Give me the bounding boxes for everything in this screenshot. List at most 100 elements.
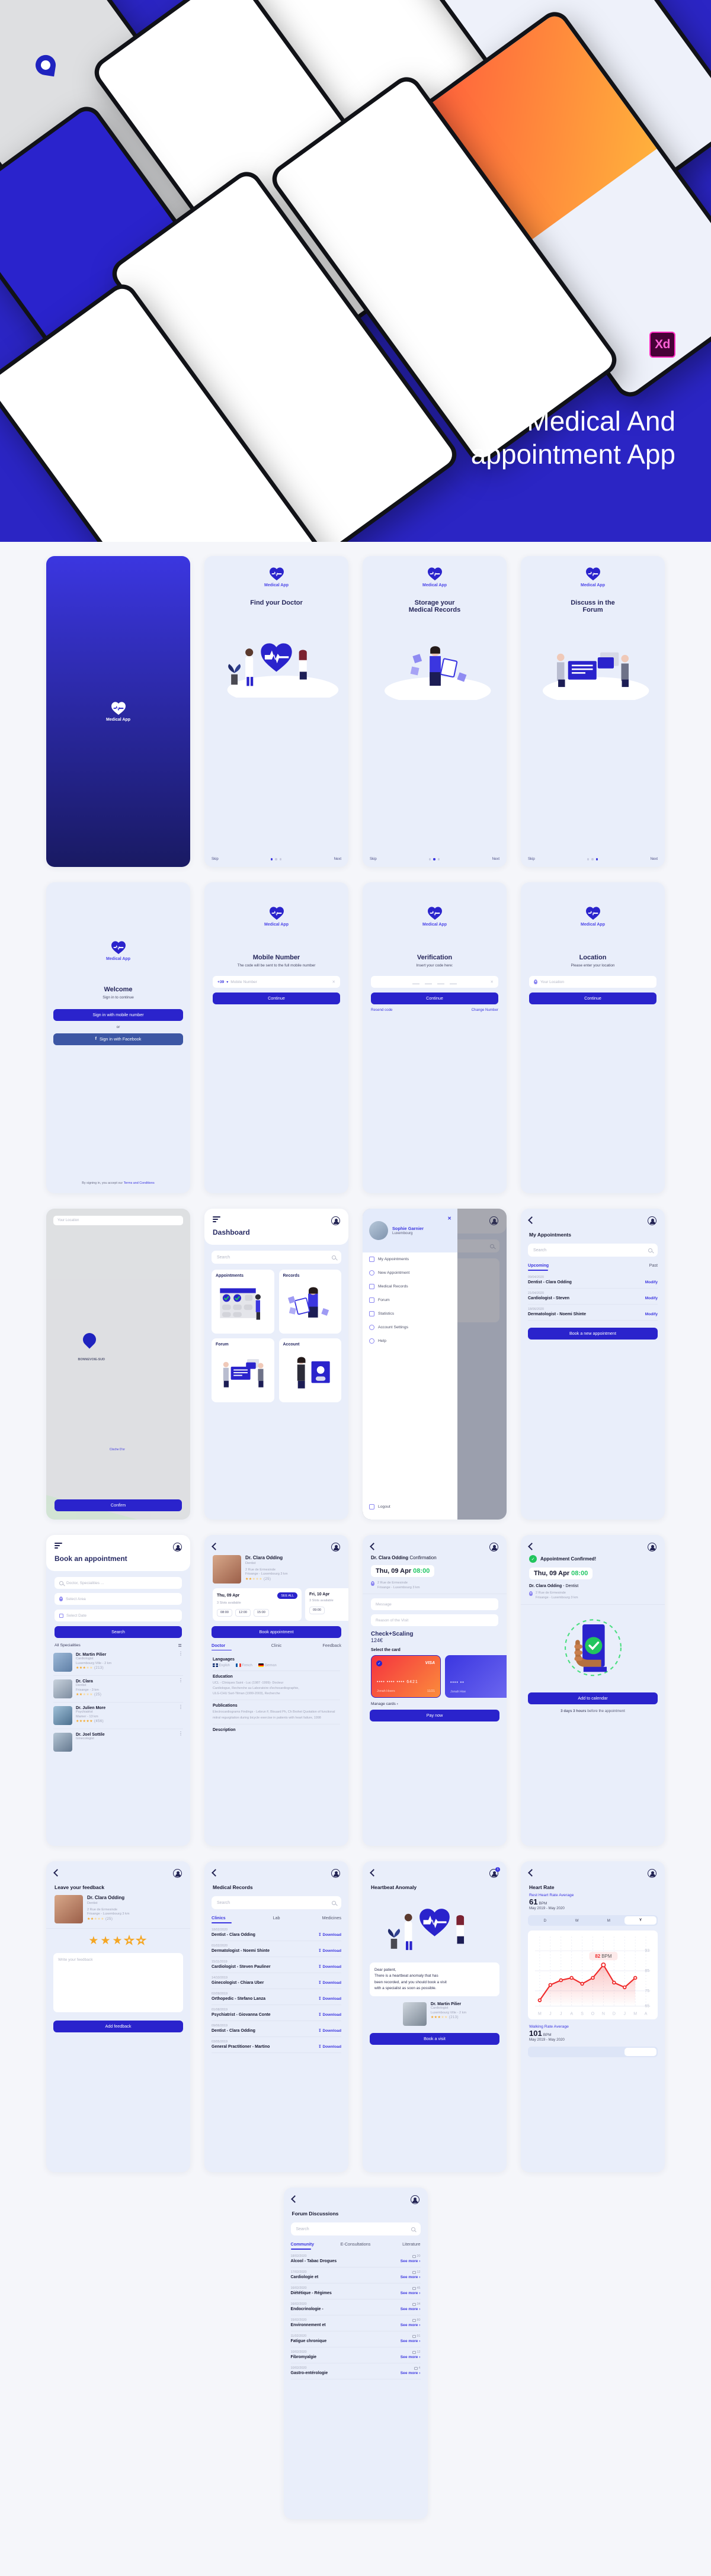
modify-button[interactable]: Modify [645,1280,658,1284]
tab-clinic[interactable]: Clinic [255,1643,298,1648]
avatar[interactable] [173,1543,182,1552]
list-item[interactable]: Dr. Martin Pilier Cardiologist Luxembour… [53,1649,183,1676]
filter-icon[interactable]: ≣ [178,1643,182,1648]
map-canvas[interactable]: BONNEVOIE-SUD Cloche D'or [46,1209,190,1520]
tab-feedback[interactable]: Feedback [298,1643,341,1648]
sign-in-facebook-button[interactable]: f Sign in with Facebook [53,1033,183,1045]
avatar[interactable] [331,1543,340,1552]
back-icon[interactable] [53,1869,61,1877]
tab-lab[interactable]: Lab [255,1915,298,1920]
continue-button[interactable]: Continue [529,993,656,1004]
skip-button[interactable]: Skip [370,857,377,861]
download-button[interactable]: ↧ Download [318,1996,341,2001]
search-input[interactable]: Search [290,2222,421,2235]
table-row[interactable]: 09/04/2020 Dentist - Clara Odding Modify [528,1273,658,1289]
table-row[interactable]: 18/02/2020 Dentist - Clara Odding ↧ Downlo… [212,1925,341,1941]
table-row[interactable]: 10/02/2020 Fibromyalgie 12 See more › [290,2347,421,2363]
table-row[interactable]: 01/08/2019 Psychiatrist - Giovanna Conte ↧… [212,2005,341,2021]
drawer-item-medical-records[interactable]: Medical Records [363,1280,457,1293]
table-row[interactable]: 15/02/2020 Environnement et 80 See more › [290,2315,421,2331]
see-more-button[interactable]: See more › [401,2291,421,2295]
confirm-location-button[interactable]: Confirm [55,1499,182,1511]
drawer-item-account-settings[interactable]: Account Settings [363,1321,457,1334]
time-slot[interactable]: 12:00 [235,1608,251,1617]
tab-doctor[interactable]: Doctor [212,1643,255,1648]
table-row[interactable]: 02/09/2019 Orthopedic - Stefano Lanza ↧ Do… [212,1989,341,2005]
next-button[interactable]: Next [492,857,499,861]
more-options-icon[interactable]: ⋮ [178,1705,183,1710]
list-item[interactable]: Dr. Joel Sottile Ginecologist ⋮ [53,1729,183,1755]
see-more-button[interactable]: See more › [401,2259,421,2263]
back-icon[interactable] [528,1543,536,1550]
see-more-button[interactable]: See more › [401,2323,421,2327]
time-slot[interactable]: 15:00 [253,1608,269,1617]
more-options-icon[interactable]: ⋮ [178,1652,183,1656]
tab-upcoming[interactable]: Upcoming [528,1263,593,1268]
table-row[interactable]: 18/02/2020 Alcool - Tabac Drogues 20 See mo… [290,2251,421,2267]
terms-link[interactable]: Terms and Conditions [124,1181,155,1185]
back-icon[interactable] [212,1543,219,1550]
table-row[interactable]: 09/06/2019 Dentist - Clara Odding ↧ Downlo… [212,2021,341,2037]
segment-day[interactable]: D [529,1919,561,1923]
sign-in-mobile-button[interactable]: Sign in with mobile number [53,1009,183,1021]
search-button[interactable]: Search [55,1626,182,1638]
download-button[interactable]: ↧ Download [318,1932,341,1937]
avatar[interactable] [648,1869,656,1878]
back-icon[interactable] [370,1869,377,1877]
tab-medicines[interactable]: Medicines [298,1915,341,1920]
dashboard-card-forum[interactable]: Forum [212,1338,274,1402]
more-options-icon[interactable]: ⋮ [178,1732,183,1736]
add-to-calendar-button[interactable]: Add to calendar [528,1692,658,1705]
back-icon[interactable] [370,1543,377,1550]
close-icon[interactable]: ✕ [447,1216,451,1221]
tab-literature[interactable]: Literature [377,2241,420,2247]
credit-card-visa[interactable]: ✓ VISA •••• •••• •••• 6421 Jonah Hoers 1… [371,1655,441,1698]
drawer-item-my-appointments[interactable]: My Appointments [363,1252,457,1266]
clear-icon[interactable]: ✕ [332,979,335,984]
see-more-button[interactable]: See more › [401,2275,421,2279]
range-segmented-control-2[interactable] [528,2047,658,2057]
pager-dots[interactable] [587,858,598,860]
list-item[interactable]: Dr. Clara Dentist Frisange - 3 km ★★★★★ … [53,1676,183,1703]
date-select[interactable]: Select Date [55,1610,182,1621]
continue-button[interactable]: Continue [371,993,498,1004]
book-appointment-button[interactable]: Book appointment [212,1626,341,1638]
download-button[interactable]: ↧ Download [318,1964,341,1969]
drawer-item-statistics[interactable]: Statistics [363,1307,457,1321]
download-button[interactable]: ↧ Download [318,1948,341,1953]
back-icon[interactable] [212,1869,219,1877]
pager-dots[interactable] [429,858,440,860]
skip-button[interactable]: Skip [212,857,219,861]
drawer-item-help[interactable]: Help [363,1334,457,1348]
chevron-down-icon[interactable]: ▾ [226,980,228,984]
pay-now-button[interactable]: Pay now [370,1710,499,1722]
see-more-button[interactable]: See more › [401,2307,421,2311]
segment-month[interactable]: M [593,1919,625,1923]
see-all-button[interactable]: SEE ALL [277,1592,297,1599]
table-row[interactable]: 10/02/2020 Gastro-entérologie 4 See more › [290,2363,421,2379]
back-icon[interactable] [528,1869,536,1877]
heart-rate-chart[interactable]: 82 BPM 93 85 75 65 M J J A S O N D J M A [528,1931,658,2019]
map-search-input[interactable]: Your Location [53,1216,183,1225]
list-item[interactable]: Dr. Julien More Psychiatrist Mamer - 13 … [53,1703,183,1729]
credit-card-secondary[interactable]: •••• •• Jonah Hoe [445,1655,507,1698]
see-more-button[interactable]: See more › [401,2339,421,2343]
skip-button[interactable]: Skip [528,857,535,861]
tab-past[interactable]: Past [593,1263,658,1268]
menu-icon[interactable] [55,1543,62,1550]
drawer-item-forum[interactable]: Forum [363,1293,457,1307]
time-slot[interactable]: 09:00 [309,1606,325,1614]
feedback-textarea[interactable]: Write your feedback [53,1953,183,2012]
tab-community[interactable]: Community [291,2241,334,2247]
download-button[interactable]: ↧ Download [318,2044,341,2049]
back-icon[interactable] [528,1216,536,1224]
doctor-search-input[interactable]: Doctor, Specialities ... [55,1577,182,1589]
message-input[interactable]: Message [371,1598,498,1611]
table-row[interactable]: 21/04/2020 Cardiologist - Steven Modify [528,1289,658,1305]
book-visit-button[interactable]: Book a visit [370,2033,499,2045]
drawer-item-logout[interactable]: Logout [363,1500,397,1514]
see-more-button[interactable]: See more › [401,2371,421,2375]
slot-card-day-1[interactable]: Thu, 09 Apr SEE ALL 3 Slots available 08… [213,1588,302,1621]
dashboard-card-account[interactable]: Account [278,1338,341,1402]
avatar[interactable] [489,1543,498,1552]
